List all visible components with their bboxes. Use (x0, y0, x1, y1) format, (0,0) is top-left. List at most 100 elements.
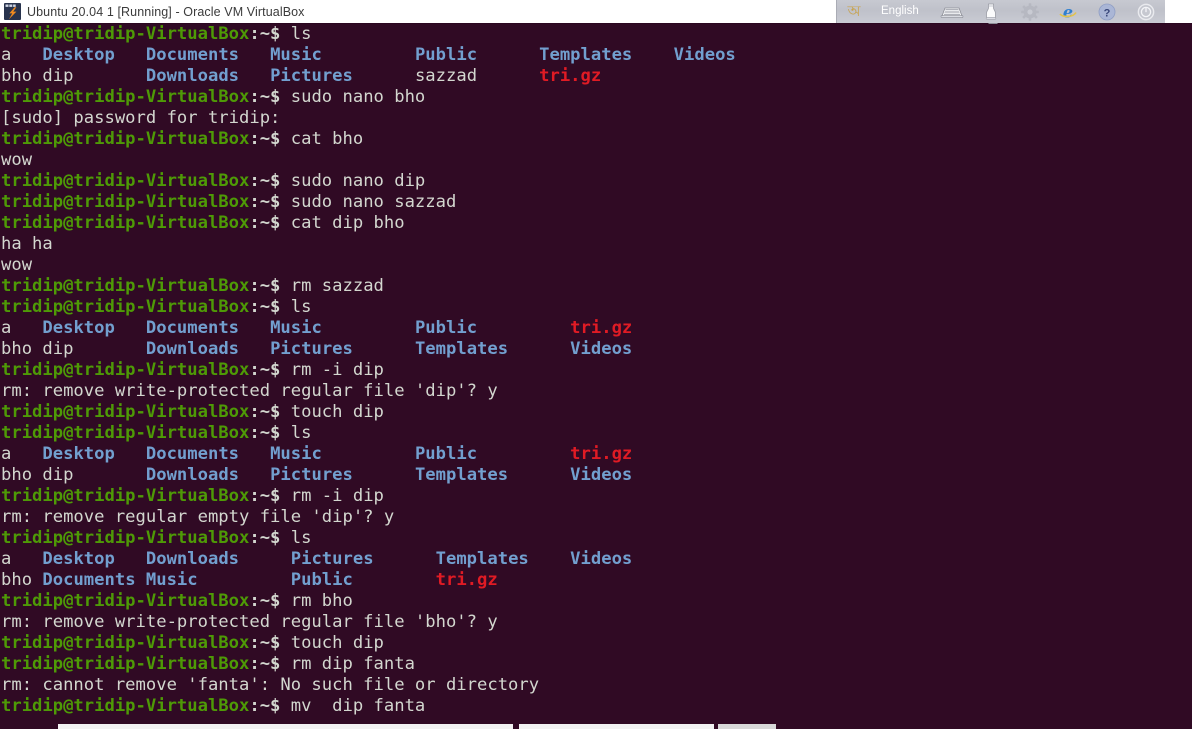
shell-command: touch dip (280, 402, 384, 422)
terminal-line: ha ha (1, 234, 1192, 255)
ls-directory-entry: Music (270, 318, 415, 338)
help-icon[interactable]: ? (1088, 0, 1127, 23)
ls-archive-entry: tri.gz (539, 66, 602, 86)
command-output: rm: remove regular empty file 'dip'? y (1, 507, 395, 527)
command-output: ha ha (1, 234, 53, 254)
shell-prompt: tridip@tridip-VirtualBox (1, 654, 250, 674)
taskbar-segment (519, 724, 714, 729)
shell-prompt: tridip@tridip-VirtualBox (1, 297, 250, 317)
terminal-line: [sudo] password for tridip: (1, 108, 1192, 129)
virtualbox-vm-icon (4, 3, 21, 20)
prompt-path: :~$ (249, 591, 281, 611)
shell-command: touch dip (280, 633, 384, 653)
window-title: Ubuntu 20.04 1 [Running] - Oracle VM Vir… (27, 4, 305, 19)
shell-command: rm sazzad (280, 276, 384, 296)
shell-command: cat bho (280, 129, 364, 149)
ls-directory-entry: Public (414, 444, 571, 464)
settings-gear-icon[interactable] (1010, 0, 1049, 23)
terminal-line: tridip@tridip-VirtualBox:~$ sudo nano bh… (1, 87, 1192, 108)
shell-prompt: tridip@tridip-VirtualBox (1, 24, 250, 44)
terminal-line: wow (1, 150, 1192, 171)
terminal-line: a Desktop Downloads Pictures Templates V… (1, 549, 1192, 570)
power-icon[interactable] (1126, 0, 1165, 23)
ls-file-entry: a (1, 45, 43, 65)
shell-prompt: tridip@tridip-VirtualBox (1, 423, 250, 443)
ls-directory-entry: Documents (42, 570, 146, 590)
ls-directory-entry: Music (145, 570, 291, 590)
ls-directory-entry: Music (270, 444, 415, 464)
terminal-line: rm: remove write-protected regular file … (1, 612, 1192, 633)
terminal-line: a Desktop Documents Music Public Templat… (1, 45, 1192, 66)
ls-directory-entry: Pictures (290, 549, 436, 569)
terminal-line: tridip@tridip-VirtualBox:~$ sudo nano sa… (1, 192, 1192, 213)
terminal-screen[interactable]: tridip@tridip-VirtualBox:~$ ls a Desktop … (0, 24, 1192, 729)
prompt-path: :~$ (249, 633, 281, 653)
command-output: rm: cannot remove 'fanta': No such file … (1, 675, 540, 695)
ls-directory-entry: Templates (414, 339, 571, 359)
language-indicator-icon: অ (847, 2, 861, 20)
ls-directory-entry: Documents (145, 45, 271, 65)
ls-directory-entry: Videos (570, 549, 633, 569)
prompt-path: :~$ (249, 297, 281, 317)
shell-command: ls (280, 297, 312, 317)
terminal-line: a Desktop Documents Music Public tri.gz (1, 444, 1192, 465)
ls-file-entry: bho (1, 339, 43, 359)
shell-command: ls (280, 423, 312, 443)
prompt-path: :~$ (249, 276, 281, 296)
prompt-path: :~$ (249, 24, 281, 44)
prompt-path: :~$ (249, 87, 281, 107)
ls-directory-entry: Desktop (42, 45, 146, 65)
ls-directory-entry: Documents (145, 318, 271, 338)
terminal-line: tridip@tridip-VirtualBox:~$ mv dip fanta (1, 696, 1192, 717)
ls-directory-entry: Pictures (270, 66, 415, 86)
keyboard-icon[interactable] (933, 0, 972, 23)
ls-directory-entry: Public (414, 45, 540, 65)
shell-prompt: tridip@tridip-VirtualBox (1, 360, 250, 380)
window-titlebar: Ubuntu 20.04 1 [Running] - Oracle VM Vir… (0, 0, 1192, 28)
prompt-path: :~$ (249, 423, 281, 443)
shell-prompt: tridip@tridip-VirtualBox (1, 591, 250, 611)
ls-directory-entry: Pictures (270, 465, 415, 485)
ls-directory-entry: Desktop (42, 444, 146, 464)
terminal-line: tridip@tridip-VirtualBox:~$ rm sazzad (1, 276, 1192, 297)
svg-text:?: ? (1104, 7, 1111, 19)
svg-text:e: e (1063, 3, 1073, 21)
ls-archive-entry: tri.gz (435, 570, 498, 590)
ls-file-entry: bho (1, 570, 43, 590)
prompt-path: :~$ (249, 129, 281, 149)
internet-explorer-icon[interactable]: e (1049, 0, 1088, 23)
terminal-line: bho dip Downloads Pictures Templates Vid… (1, 465, 1192, 486)
system-tray: অ English e ? (836, 0, 1165, 23)
ls-file-entry: dip (42, 66, 146, 86)
ls-directory-entry: Downloads (145, 66, 271, 86)
prompt-path: :~$ (249, 528, 281, 548)
shell-prompt: tridip@tridip-VirtualBox (1, 192, 250, 212)
taskbar-segment (58, 724, 513, 729)
shell-command: ls (280, 528, 312, 548)
prompt-path: :~$ (249, 171, 281, 191)
command-output: wow (1, 255, 33, 275)
ls-file-entry: bho (1, 465, 43, 485)
terminal-line: tridip@tridip-VirtualBox:~$ cat dip bho (1, 213, 1192, 234)
prompt-path: :~$ (249, 192, 281, 212)
command-output: rm: remove write-protected regular file … (1, 612, 498, 632)
shell-prompt: tridip@tridip-VirtualBox (1, 171, 250, 191)
tray-language-indicator[interactable]: অ (837, 0, 871, 23)
terminal-line: tridip@tridip-VirtualBox:~$ rm -i dip (1, 486, 1192, 507)
shell-prompt: tridip@tridip-VirtualBox (1, 213, 250, 233)
printer-icon[interactable] (971, 0, 1010, 23)
ls-file-entry: a (1, 444, 43, 464)
tray-language-label[interactable]: English (871, 0, 933, 23)
terminal-line: rm: remove regular empty file 'dip'? y (1, 507, 1192, 528)
terminal-line: tridip@tridip-VirtualBox:~$ ls (1, 297, 1192, 318)
terminal-line: tridip@tridip-VirtualBox:~$ rm dip fanta (1, 654, 1192, 675)
shell-prompt: tridip@tridip-VirtualBox (1, 129, 250, 149)
terminal-line: bho dip Downloads Pictures sazzad tri.gz (1, 66, 1192, 87)
terminal-line: tridip@tridip-VirtualBox:~$ sudo nano di… (1, 171, 1192, 192)
shell-command: sudo nano sazzad (280, 192, 457, 212)
shell-prompt: tridip@tridip-VirtualBox (1, 276, 250, 296)
ls-directory-entry: Downloads (145, 465, 271, 485)
shell-prompt: tridip@tridip-VirtualBox (1, 486, 250, 506)
command-output: [sudo] password for tridip: (1, 108, 281, 128)
prompt-path: :~$ (249, 486, 281, 506)
